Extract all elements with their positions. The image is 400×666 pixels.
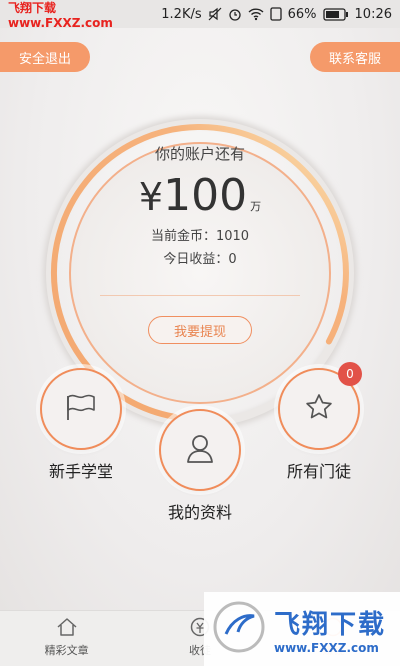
- mute-icon: [208, 7, 222, 21]
- battery-icon: [322, 7, 349, 21]
- account-summary: 你的账户还有 ¥ 100 万 当前金币：1010 今日收益：0: [100, 143, 300, 267]
- amount-unit: 万: [250, 200, 262, 213]
- battery-percent: 66%: [287, 6, 317, 22]
- status-bar: 飞翔下载 www.FXXZ.com 1.2K/s 66% 10:26: [0, 0, 400, 30]
- newbie-school-label: 新手学堂: [48, 462, 113, 481]
- newbie-school-button[interactable]: [40, 368, 122, 450]
- all-disciples-button[interactable]: 0: [278, 362, 362, 450]
- network-speed: 1.2K/s: [161, 6, 202, 22]
- watermark-url: www.FXXZ.com: [274, 640, 379, 655]
- disciples-badge: 0: [338, 362, 362, 386]
- all-disciples-item[interactable]: 0 所有门徒: [264, 362, 374, 482]
- account-caption: 你的账户还有: [154, 145, 245, 163]
- current-coins: 当前金币：1010: [150, 229, 250, 244]
- my-profile-button[interactable]: [159, 409, 241, 491]
- watermark-logo-icon: [212, 600, 266, 658]
- today-income: 今日收益：0: [163, 252, 237, 267]
- wifi-icon: [248, 7, 264, 21]
- user-icon: [184, 432, 216, 468]
- my-profile-item[interactable]: 我的资料: [145, 409, 255, 523]
- star-icon: [304, 392, 334, 426]
- clock-time: 10:26: [354, 6, 392, 22]
- home-icon: [56, 617, 78, 640]
- flag-icon: [64, 392, 98, 426]
- amount-value: 100: [163, 170, 248, 221]
- dial-divider: [100, 295, 300, 296]
- tab-articles[interactable]: 精彩文章: [0, 611, 133, 666]
- tab-articles-label: 精彩文章: [44, 644, 89, 657]
- withdraw-button[interactable]: 我要提现: [148, 316, 252, 344]
- status-watermark: 飞翔下载 www.FXXZ.com: [8, 0, 113, 30]
- main-area: 安全退出 联系客服 你的账户还有 ¥ 100 万 当前金币：1010 今日收益：…: [0, 28, 400, 610]
- all-disciples-label: 所有门徒: [286, 462, 351, 481]
- sim-icon: [269, 7, 282, 21]
- watermark-overlay: 飞翔下载 www.FXXZ.com: [204, 592, 400, 666]
- newbie-school-item[interactable]: 新手学堂: [26, 368, 136, 482]
- watermark-title: 飞翔下载: [274, 609, 387, 640]
- my-profile-label: 我的资料: [167, 503, 232, 522]
- alarm-icon: [228, 7, 242, 21]
- currency-symbol: ¥: [138, 175, 164, 219]
- account-amount: ¥ 100 万: [100, 170, 300, 221]
